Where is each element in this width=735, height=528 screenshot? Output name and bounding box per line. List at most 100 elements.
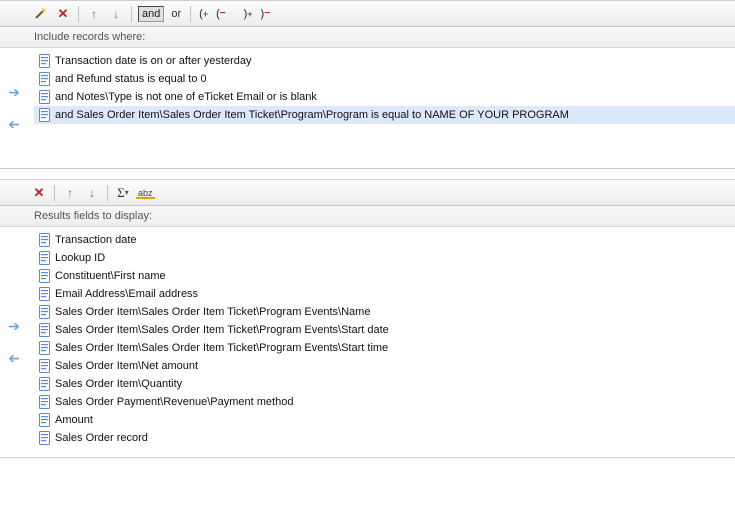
filter-row[interactable]: and Refund status is equal to 0 <box>34 70 735 88</box>
filter-body: ➔ ➔ Transaction date is on or after yest… <box>0 48 735 168</box>
or-toggle[interactable]: or <box>168 6 184 22</box>
add-field-button[interactable]: ➔ <box>6 85 22 99</box>
results-row[interactable]: Sales Order Item\Sales Order Item Ticket… <box>34 339 735 357</box>
arrow-down-icon: ↓ <box>113 7 119 21</box>
results-row-text: Constituent\First name <box>55 270 166 282</box>
field-icon <box>38 54 50 68</box>
arrow-up-icon: ↑ <box>91 7 97 21</box>
results-row[interactable]: Lookup ID <box>34 249 735 267</box>
add-close-paren-button[interactable]: )+ <box>242 8 255 20</box>
results-row[interactable]: Sales Order record <box>34 429 735 447</box>
results-row-text: Amount <box>55 414 93 426</box>
add-field-button[interactable]: ➔ <box>6 319 22 333</box>
remove-field-button[interactable]: ➔ <box>6 117 22 131</box>
results-panel: ✕ ↑ ↓ Σ▾ abz Results fields to display: … <box>0 179 735 458</box>
filter-row[interactable]: Transaction date is on or after yesterda… <box>34 52 735 70</box>
results-row[interactable]: Transaction date <box>34 231 735 249</box>
separator <box>190 6 191 22</box>
arrow-right-icon: ➔ <box>8 318 20 335</box>
field-icon <box>38 359 50 373</box>
results-row-text: Lookup ID <box>55 252 105 264</box>
results-row[interactable]: Email Address\Email address <box>34 285 735 303</box>
wizard-icon[interactable] <box>30 5 50 23</box>
filter-panel: ✕ ↑ ↓ and or (+ (− )+ )− Include records… <box>0 0 735 169</box>
delete-icon: ✕ <box>58 6 69 22</box>
field-icon <box>38 377 50 391</box>
results-row[interactable]: Sales Order Item\Sales Order Item Ticket… <box>34 321 735 339</box>
filter-list: Transaction date is on or after yesterda… <box>0 52 735 124</box>
arrow-down-icon: ↓ <box>89 186 95 200</box>
arrow-up-icon: ↑ <box>67 186 73 200</box>
field-icon <box>38 72 50 86</box>
minus-icon: − <box>220 8 226 19</box>
results-list: Transaction date Lookup ID Constituent\Fir… <box>0 231 735 447</box>
separator <box>131 6 132 22</box>
add-open-paren-button[interactable]: (+ <box>197 8 210 20</box>
field-icon <box>38 90 50 104</box>
results-row-text: Sales Order Item\Sales Order Item Ticket… <box>55 342 388 354</box>
results-row[interactable]: Constituent\First name <box>34 267 735 285</box>
field-icon <box>38 287 50 301</box>
results-row[interactable]: Amount <box>34 411 735 429</box>
move-up-button[interactable]: ↑ <box>61 184 79 202</box>
summarize-button[interactable]: Σ▾ <box>114 184 132 202</box>
arrow-left-icon: ➔ <box>8 116 20 133</box>
results-row-text: Sales Order Item\Net amount <box>55 360 198 372</box>
plus-icon: + <box>203 9 208 19</box>
results-row-text: Sales Order Item\Sales Order Item Ticket… <box>55 306 370 318</box>
results-row-text: Email Address\Email address <box>55 288 198 300</box>
filter-row-text: and Notes\Type is not one of eTicket Ema… <box>55 91 317 103</box>
results-header: Results fields to display: <box>0 206 735 227</box>
field-icon <box>38 395 50 409</box>
results-toolbar: ✕ ↑ ↓ Σ▾ abz <box>0 180 735 206</box>
minus-icon: − <box>264 8 270 19</box>
filter-row[interactable]: and Notes\Type is not one of eTicket Ema… <box>34 88 735 106</box>
filter-row[interactable]: and Sales Order Item\Sales Order Item Ti… <box>34 106 735 124</box>
and-toggle[interactable]: and <box>138 6 164 22</box>
separator <box>107 185 108 201</box>
results-row[interactable]: Sales Order Item\Net amount <box>34 357 735 375</box>
remove-field-button[interactable]: ➔ <box>6 351 22 365</box>
filter-row-text: Transaction date is on or after yesterda… <box>55 55 251 67</box>
move-down-button[interactable]: ↓ <box>83 184 101 202</box>
separator <box>78 6 79 22</box>
plus-icon: + <box>247 9 252 19</box>
remove-open-paren-button[interactable]: (− <box>214 8 228 20</box>
field-icon <box>38 269 50 283</box>
field-icon <box>38 323 50 337</box>
results-row-text: Transaction date <box>55 234 137 246</box>
field-icon <box>38 413 50 427</box>
delete-button[interactable]: ✕ <box>54 5 72 23</box>
delete-icon: ✕ <box>34 185 45 201</box>
results-row[interactable]: Sales Order Item\Sales Order Item Ticket… <box>34 303 735 321</box>
move-up-button[interactable]: ↑ <box>85 5 103 23</box>
field-icon <box>38 233 50 247</box>
arrow-right-icon: ➔ <box>8 84 20 101</box>
separator <box>54 185 55 201</box>
filter-header: Include records where: <box>0 27 735 48</box>
results-row-text: Sales Order Item\Quantity <box>55 378 182 390</box>
filter-side-arrows: ➔ ➔ <box>6 85 22 131</box>
results-side-arrows: ➔ ➔ <box>6 319 22 365</box>
panel-gap <box>0 169 735 179</box>
field-icon <box>38 431 50 445</box>
remove-close-paren-button[interactable]: )− <box>259 8 273 20</box>
delete-button[interactable]: ✕ <box>30 184 48 202</box>
results-body: ➔ ➔ Transaction date Lookup ID Constituent… <box>0 227 735 457</box>
rename-icon: abz <box>138 188 153 198</box>
field-icon <box>38 108 50 122</box>
results-row[interactable]: Sales Order Payment\Revenue\Payment meth… <box>34 393 735 411</box>
results-row-text: Sales Order record <box>55 432 148 444</box>
field-icon <box>38 251 50 265</box>
filter-row-text: and Refund status is equal to 0 <box>55 73 207 85</box>
filter-toolbar: ✕ ↑ ↓ and or (+ (− )+ )− <box>0 1 735 27</box>
results-row-text: Sales Order Payment\Revenue\Payment meth… <box>55 396 293 408</box>
sigma-icon: Σ <box>117 185 125 201</box>
rename-button[interactable]: abz <box>136 184 155 202</box>
move-down-button[interactable]: ↓ <box>107 5 125 23</box>
results-row-text: Sales Order Item\Sales Order Item Ticket… <box>55 324 389 336</box>
filter-row-text: and Sales Order Item\Sales Order Item Ti… <box>55 109 569 121</box>
field-icon <box>38 341 50 355</box>
arrow-left-icon: ➔ <box>8 350 20 367</box>
results-row[interactable]: Sales Order Item\Quantity <box>34 375 735 393</box>
